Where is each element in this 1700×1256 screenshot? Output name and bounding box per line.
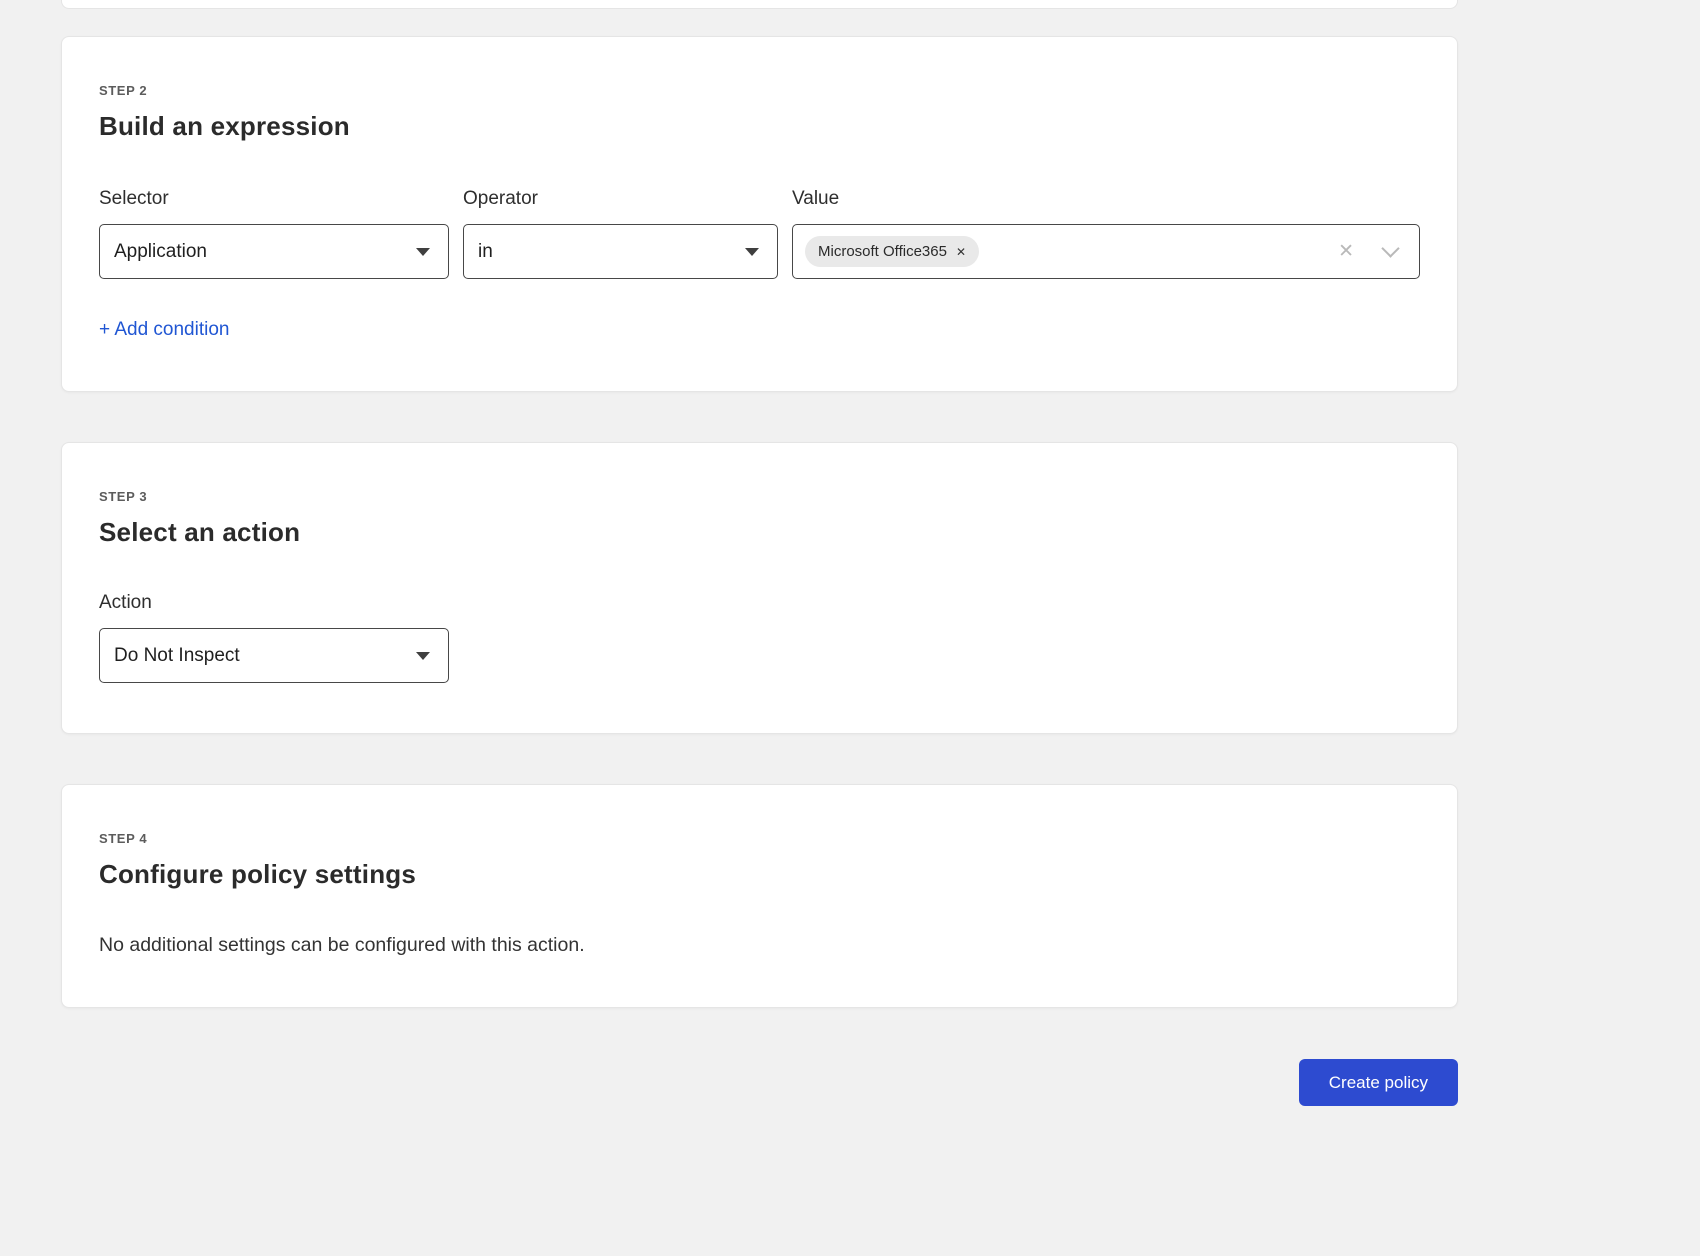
value-column: Value Microsoft Office365 ✕ ✕ [792, 188, 1420, 279]
step3-card: STEP 3 Select an action Action Do Not In… [61, 442, 1458, 734]
chevron-down-icon [416, 248, 430, 256]
clear-all-icon[interactable]: ✕ [1338, 242, 1354, 261]
value-multiselect[interactable]: Microsoft Office365 ✕ ✕ [792, 224, 1420, 279]
operator-value: in [478, 241, 493, 263]
no-settings-note: No additional settings can be configured… [99, 934, 1420, 957]
selector-column: Selector Application [99, 188, 449, 279]
operator-select[interactable]: in [463, 224, 778, 279]
action-label: Action [99, 592, 1420, 614]
previous-card-bottom-edge [61, 0, 1458, 9]
action-value: Do Not Inspect [114, 645, 240, 667]
remove-chip-icon[interactable]: ✕ [956, 246, 966, 258]
chevron-down-icon [745, 248, 759, 256]
value-chip[interactable]: Microsoft Office365 ✕ [805, 236, 979, 267]
step4-step-label: STEP 4 [99, 831, 1420, 846]
value-chip-text: Microsoft Office365 [818, 243, 947, 260]
step2-title: Build an expression [99, 111, 1420, 142]
step2-card: STEP 2 Build an expression Selector Appl… [61, 36, 1458, 392]
selector-select[interactable]: Application [99, 224, 449, 279]
footer-actions: Create policy [61, 1059, 1458, 1106]
selector-value: Application [114, 241, 207, 263]
action-select[interactable]: Do Not Inspect [99, 628, 449, 683]
step3-step-label: STEP 3 [99, 489, 1420, 504]
step4-title: Configure policy settings [99, 859, 1420, 890]
operator-label: Operator [463, 188, 778, 210]
step4-card: STEP 4 Configure policy settings No addi… [61, 784, 1458, 1008]
selector-label: Selector [99, 188, 449, 210]
policy-builder: STEP 2 Build an expression Selector Appl… [61, 36, 1458, 1106]
create-policy-button[interactable]: Create policy [1299, 1059, 1458, 1106]
value-label: Value [792, 188, 1420, 210]
chevron-down-icon[interactable] [1381, 239, 1399, 257]
chevron-down-icon [416, 652, 430, 660]
step3-title: Select an action [99, 517, 1420, 548]
expression-row: Selector Application Operator in Value M… [99, 188, 1420, 279]
step2-step-label: STEP 2 [99, 83, 1420, 98]
add-condition-link[interactable]: + Add condition [99, 319, 229, 341]
operator-column: Operator in [463, 188, 778, 279]
